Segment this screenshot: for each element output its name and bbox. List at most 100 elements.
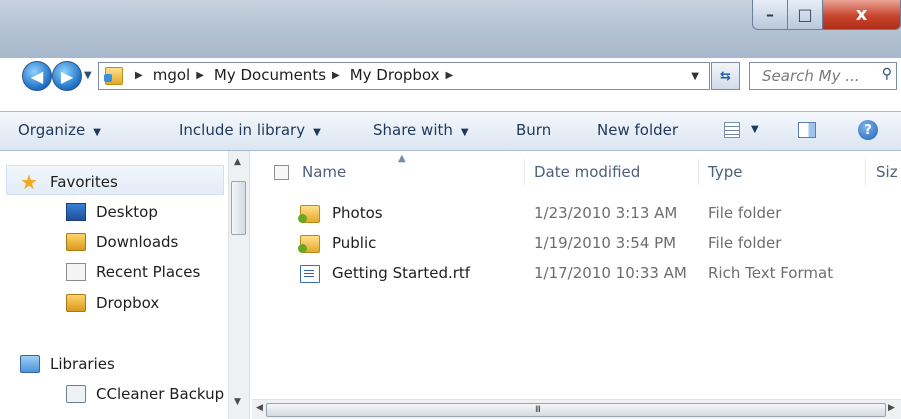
column-header-row: ▲ Name Date modified Type Siz [252,151,901,191]
recent-pages-dropdown[interactable]: ▼ [84,70,92,81]
scrollbar-thumb[interactable] [231,181,246,235]
search-placeholder: Search My ... [762,67,860,85]
file-row[interactable]: Photos 1/23/2010 3:13 AM File folder [252,201,901,229]
column-divider[interactable] [524,159,525,185]
search-icon[interactable]: ⚲ [882,66,892,82]
file-name: Photos [332,204,383,222]
file-date: 1/17/2010 10:33 AM [534,264,687,282]
search-input[interactable]: Search My ... ⚲ [749,62,897,90]
file-date: 1/19/2010 3:54 PM [534,234,677,252]
column-divider[interactable] [865,159,866,185]
back-arrow-icon: ◀ [30,66,44,86]
breadcrumb-separator-icon[interactable]: ▶ [446,70,454,81]
star-icon: ★ [20,170,38,194]
scroll-left-arrow-icon[interactable]: ◀ [256,403,263,413]
column-header-type[interactable]: Type [708,163,742,181]
desktop-icon [66,203,86,221]
navigation-pane-scrollbar[interactable]: ▲ ▼ [228,151,249,419]
downloads-folder-icon [66,233,86,251]
nav-libraries[interactable]: Libraries [20,355,115,373]
preview-pane-icon[interactable] [798,122,816,138]
dropbox-folder-icon [66,294,86,312]
command-bar: Organize ▼ Include in library ▼ Share with… [0,111,901,151]
include-in-library-button[interactable]: Include in library ▼ [179,121,321,139]
column-header-name[interactable]: Name [302,163,346,181]
file-date: 1/23/2010 3:13 AM [534,204,678,222]
file-type: Rich Text Format [708,264,834,282]
scroll-down-arrow-icon[interactable]: ▼ [234,397,241,407]
recent-places-icon [66,263,86,281]
file-type: File folder [708,204,782,222]
nav-item-label: Downloads [96,233,179,251]
chevron-down-icon: ▼ [313,127,321,138]
select-all-checkbox[interactable] [274,165,289,180]
new-folder-label: New folder [597,121,679,139]
organize-label: Organize [18,121,86,139]
file-type: File folder [708,234,782,252]
libraries-icon [20,355,40,373]
minimize-icon: – [766,5,774,24]
file-row[interactable]: Getting Started.rtf 1/17/2010 10:33 AM R… [252,261,901,289]
column-header-size[interactable]: Siz [876,163,898,181]
nav-item-dropbox[interactable]: Dropbox [66,294,160,312]
address-history-dropdown[interactable]: ▼ [691,71,699,82]
explorer-window: – □ x ◀ ▶ ▼ ▶ mgol ▶ My Documents ▶ My D… [0,0,901,419]
maximize-icon: □ [797,5,813,24]
nav-favorites-label: Favorites [50,173,118,191]
breadcrumb-mgol[interactable]: mgol [153,66,190,84]
nav-item-recent-places[interactable]: Recent Places [66,263,201,281]
file-list-horizontal-scrollbar[interactable]: ◀ III ▶ [252,399,901,419]
forward-arrow-icon: ▶ [60,66,74,86]
new-folder-button[interactable]: New folder [597,121,678,139]
change-view-icon[interactable] [724,122,740,138]
scrollbar-grip: III [535,405,541,415]
dropbox-folder-icon [104,67,123,85]
library-document-icon [66,385,86,403]
scrollbar-thumb[interactable]: III [266,403,886,417]
nav-item-label: CCleaner Backup [96,385,225,403]
sort-ascending-icon: ▲ [398,153,406,164]
minimize-button[interactable]: – [752,0,788,30]
breadcrumb-my-documents[interactable]: My Documents [214,66,326,84]
breadcrumb-separator-icon[interactable]: ▶ [196,70,204,81]
column-divider[interactable] [698,159,699,185]
chevron-down-icon: ▼ [460,127,469,138]
close-icon: x [855,4,868,25]
refresh-icon: ⇆ [720,68,731,84]
rtf-document-icon [300,265,320,283]
breadcrumb-separator-icon[interactable]: ▶ [332,70,340,81]
nav-libraries-label: Libraries [50,355,115,373]
folder-icon [298,235,320,253]
share-with-button[interactable]: Share with ▼ [373,121,469,139]
burn-button[interactable]: Burn [516,121,551,139]
forward-button[interactable]: ▶ [52,61,82,91]
help-icon[interactable]: ? [858,120,878,140]
share-with-label: Share with [373,121,453,139]
maximize-button[interactable]: □ [787,0,823,30]
nav-item-ccleaner-backup[interactable]: CCleaner Backup [66,385,225,403]
file-row[interactable]: Public 1/19/2010 3:54 PM File folder [252,231,901,259]
view-options-dropdown[interactable]: ▼ [751,124,759,135]
breadcrumb-my-dropbox[interactable]: My Dropbox [350,66,440,84]
nav-favorites[interactable]: ★ Favorites [20,172,118,192]
close-button[interactable]: x [822,0,901,30]
column-header-date-modified[interactable]: Date modified [534,163,640,181]
nav-item-label: Desktop [96,203,158,221]
folder-icon [298,205,320,223]
back-button[interactable]: ◀ [22,61,52,91]
nav-item-desktop[interactable]: Desktop [66,203,158,221]
include-in-library-label: Include in library [179,121,306,139]
breadcrumb: ▶ mgol ▶ My Documents ▶ My Dropbox ▶ [129,66,463,84]
nav-item-label: Dropbox [96,294,160,312]
refresh-button[interactable]: ⇆ [711,62,740,90]
nav-item-downloads[interactable]: Downloads [66,233,179,251]
organize-button[interactable]: Organize ▼ [18,121,101,139]
nav-item-label: Recent Places [96,263,201,281]
scroll-up-arrow-icon[interactable]: ▲ [234,157,241,167]
file-name: Getting Started.rtf [332,264,471,282]
breadcrumb-separator-icon[interactable]: ▶ [135,70,143,81]
chevron-down-icon: ▼ [93,127,101,138]
scroll-right-arrow-icon[interactable]: ▶ [888,403,895,413]
address-bar[interactable]: ▶ mgol ▶ My Documents ▶ My Dropbox ▶ ▼ [98,62,710,90]
navigation-pane: ★ Favorites Desktop Downloads Recent Pla… [0,151,250,419]
